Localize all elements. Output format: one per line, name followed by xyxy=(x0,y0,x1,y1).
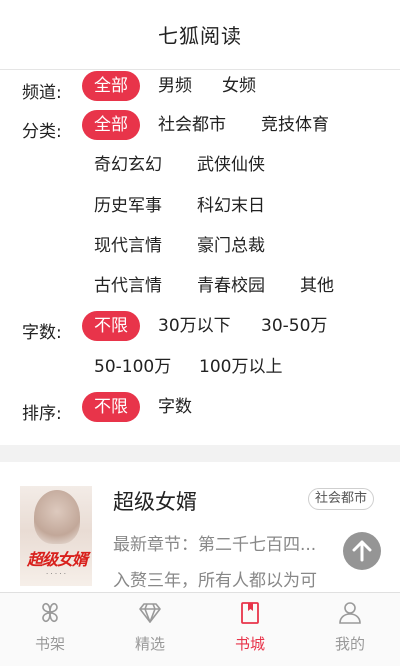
word-count-label: 字数: xyxy=(22,323,62,343)
diamond-icon xyxy=(139,603,161,623)
cover-title-art: 超级女婿 xyxy=(26,550,88,569)
cover-subtitle-art: · · · · · xyxy=(45,570,67,578)
tab-label: 书城 xyxy=(234,635,265,653)
book-category-badge: 社会都市 xyxy=(308,488,375,510)
category-option-campus[interactable]: 青春校园 xyxy=(197,271,265,301)
category-option-wuxia[interactable]: 武侠仙侠 xyxy=(197,150,265,180)
filter-panel: 频道: 全部 男频 女频 分类: 全部 社会都市 竞技体育 奇幻玄幻 武侠仙侠 … xyxy=(0,70,400,445)
bottom-tab-bar: 书架 精选 书城 我的 xyxy=(0,592,400,666)
sort-option-any[interactable]: 不限 xyxy=(82,392,140,422)
tab-label: 精选 xyxy=(134,635,165,653)
category-label: 分类: xyxy=(22,122,62,142)
word-count-option-any[interactable]: 不限 xyxy=(82,311,140,341)
book-cover[interactable]: 超级女婿 · · · · · xyxy=(20,486,92,586)
channel-option-female[interactable]: 女频 xyxy=(222,71,256,101)
scroll-to-top-button[interactable] xyxy=(343,532,381,570)
category-option-ceo[interactable]: 豪门总裁 xyxy=(197,231,265,261)
sort-label: 排序: xyxy=(22,404,62,424)
bookshelf-icon xyxy=(42,602,58,623)
category-option-sports[interactable]: 竞技体育 xyxy=(261,110,329,140)
tab-bookshelf[interactable]: 书架 xyxy=(0,593,100,666)
bookstore-icon xyxy=(241,602,259,624)
channel-option-male[interactable]: 男频 xyxy=(158,71,192,101)
tab-featured[interactable]: 精选 xyxy=(100,593,200,666)
book-latest-chapter: 最新章节：第二千七百四... xyxy=(113,535,317,555)
tab-profile[interactable]: 我的 xyxy=(300,593,400,666)
category-option-fantasy[interactable]: 奇幻玄幻 xyxy=(94,150,162,180)
channel-option-all[interactable]: 全部 xyxy=(82,71,140,101)
word-count-option-under-300k[interactable]: 30万以下 xyxy=(158,311,231,341)
book-list-item[interactable]: 超级女婿 · · · · · 超级女婿 社会都市 最新章节：第二千七百四... … xyxy=(0,462,400,592)
word-count-option-over-1m[interactable]: 100万以上 xyxy=(199,352,282,382)
sort-option-word-count[interactable]: 字数 xyxy=(158,392,192,422)
category-option-urban[interactable]: 社会都市 xyxy=(158,110,226,140)
profile-icon xyxy=(339,602,361,624)
category-option-history[interactable]: 历史军事 xyxy=(94,191,162,221)
book-title[interactable]: 超级女婿 xyxy=(113,486,197,516)
book-description: 入赘三年，所有人都以为可 xyxy=(113,571,317,591)
channel-label: 频道: xyxy=(22,83,62,103)
word-count-option-500k-1m[interactable]: 50-100万 xyxy=(94,352,171,382)
page-title: 七狐阅读 xyxy=(158,24,242,48)
word-count-option-300k-500k[interactable]: 30-50万 xyxy=(261,311,327,341)
category-option-modern-romance[interactable]: 现代言情 xyxy=(94,231,162,261)
tab-bookstore[interactable]: 书城 xyxy=(200,593,300,666)
category-option-ancient-romance[interactable]: 古代言情 xyxy=(94,271,162,301)
tab-label: 书架 xyxy=(34,635,65,653)
category-option-scifi[interactable]: 科幻末日 xyxy=(197,191,265,221)
cover-artwork xyxy=(34,490,80,544)
category-option-other[interactable]: 其他 xyxy=(300,271,334,301)
tab-label: 我的 xyxy=(334,635,365,653)
arrow-up-icon xyxy=(352,540,372,562)
category-option-all[interactable]: 全部 xyxy=(82,110,140,140)
app-header: 七狐阅读 xyxy=(0,0,400,70)
